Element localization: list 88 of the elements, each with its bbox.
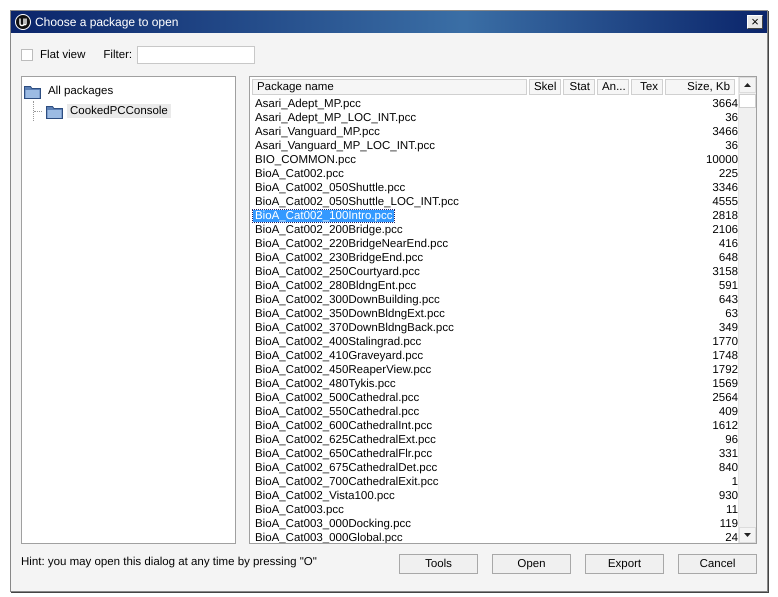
package-size: 331 — [718, 447, 738, 461]
package-name[interactable]: BioA_Cat003_000Docking.pcc — [253, 518, 413, 530]
package-name[interactable]: BioA_Cat002_220BridgeNearEnd.pcc — [253, 238, 450, 250]
package-name[interactable]: BioA_Cat002_280BldngEnt.pcc — [253, 280, 418, 292]
package-size: 119 — [718, 517, 738, 531]
package-size: 1 — [730, 475, 738, 489]
package-name[interactable]: Asari_Vanguard_MP_LOC_INT.pcc — [253, 140, 438, 152]
folder-icon — [24, 84, 41, 98]
package-name[interactable]: BioA_Cat002_700CathedralExit.pcc — [253, 476, 440, 488]
package-size: 1792 — [711, 363, 738, 377]
package-name[interactable]: BIO_COMMON.pcc — [253, 154, 358, 166]
package-name[interactable]: BioA_Cat002_480Tykis.pcc — [253, 378, 398, 390]
package-name[interactable]: BioA_Cat002_250Courtyard.pcc — [253, 266, 422, 278]
package-name[interactable]: BioA_Cat002_350DownBldngExt.pcc — [253, 308, 447, 320]
package-size: 3158 — [711, 265, 738, 279]
close-button[interactable]: × — [747, 15, 763, 29]
package-name[interactable]: BioA_Cat003.pcc — [253, 504, 346, 516]
scrollbar[interactable] — [738, 77, 756, 543]
folder-icon — [46, 104, 63, 118]
package-size: 1569 — [711, 377, 738, 391]
column-header[interactable]: Size, Kb — [665, 79, 735, 95]
package-name[interactable]: BioA_Cat002_230BridgeEnd.pcc — [253, 252, 426, 264]
package-size: 96 — [724, 433, 738, 447]
package-size: 36 — [724, 139, 738, 153]
package-name[interactable]: BioA_Cat002_500Cathedral.pcc — [253, 392, 422, 404]
package-name[interactable]: BioA_Cat002_Vista100.pcc — [253, 490, 397, 502]
package-name[interactable]: BioA_Cat002_675CathedralDet.pcc — [253, 462, 440, 474]
dialog-button[interactable]: Open — [492, 554, 571, 574]
package-size: 840 — [718, 461, 738, 475]
package-name[interactable]: BioA_Cat002_410Graveyard.pcc — [253, 350, 426, 362]
window-title: Choose a package to open — [35, 15, 180, 29]
package-name[interactable]: BioA_Cat002_450ReaperView.pcc — [253, 364, 434, 376]
package-size: 3346 — [711, 181, 738, 195]
scroll-down-icon[interactable] — [744, 533, 751, 537]
package-name[interactable]: Asari_Adept_MP_LOC_INT.pcc — [253, 112, 418, 124]
package-size: 1770 — [711, 335, 738, 349]
package-size: 409 — [718, 405, 738, 419]
package-size: 36 — [724, 111, 738, 125]
scroll-thumb[interactable] — [739, 94, 756, 108]
package-size: 643 — [718, 293, 738, 307]
dialog-button[interactable]: Cancel — [678, 554, 757, 574]
column-header[interactable]: Tex — [631, 79, 663, 95]
dialog-button[interactable]: Export — [585, 554, 664, 574]
package-size: 2564 — [711, 391, 738, 405]
package-name[interactable]: BioA_Cat002_400Stalingrad.pcc — [253, 336, 424, 348]
tree-item[interactable]: All packages — [45, 84, 116, 98]
package-size: 2818 — [711, 209, 738, 223]
package-name[interactable]: BioA_Cat002_200Bridge.pcc — [253, 224, 405, 236]
package-size: 24 — [724, 531, 738, 543]
package-size: 930 — [718, 489, 738, 503]
hint-text: Hint: you may open this dialog at any time by pressing "O" — [21, 556, 318, 568]
package-size: 4555 — [711, 195, 738, 209]
app-logo-icon — [15, 14, 31, 30]
filter-label: Filter: — [103, 49, 132, 61]
package-size: 1612 — [711, 419, 738, 433]
package-size: 63 — [724, 307, 738, 321]
checkbox[interactable] — [21, 49, 33, 61]
checkbox-label[interactable]: Flat view — [40, 49, 86, 61]
package-size: 3664 — [711, 97, 738, 111]
package-name[interactable]: BioA_Cat002_300DownBuilding.pcc — [253, 294, 442, 306]
package-name[interactable]: Asari_Adept_MP.pcc — [253, 98, 363, 110]
package-name[interactable]: BioA_Cat002_650CathedralFlr.pcc — [253, 448, 434, 460]
package-name[interactable]: BioA_Cat002_050Shuttle.pcc — [253, 182, 408, 194]
package-size: 10000 — [705, 153, 738, 167]
package-name[interactable]: BioA_Cat002_600CathedralInt.pcc — [253, 420, 434, 432]
package-size: 591 — [718, 279, 738, 293]
package-name[interactable]: BioA_Cat002.pcc — [253, 168, 346, 180]
package-name[interactable]: Asari_Vanguard_MP.pcc — [253, 126, 382, 138]
package-name[interactable]: BioA_Cat002_370DownBldngBack.pcc — [253, 322, 456, 334]
tree-item[interactable]: CookedPCConsole — [67, 104, 171, 118]
column-header[interactable]: Stat — [563, 79, 595, 95]
package-size: 349 — [718, 321, 738, 335]
package-name[interactable]: BioA_Cat002_625CathedralExt.pcc — [253, 434, 438, 446]
column-header[interactable]: Package name — [252, 79, 527, 95]
column-header[interactable]: An... — [597, 79, 629, 95]
package-size: 11 — [725, 503, 738, 517]
scroll-up-icon[interactable] — [744, 83, 751, 87]
package-size: 648 — [718, 251, 738, 265]
filter-field[interactable] — [137, 46, 256, 64]
package-size: 416 — [718, 237, 738, 251]
package-name[interactable]: BioA_Cat002_550Cathedral.pcc — [253, 406, 422, 418]
column-header[interactable]: Skel — [529, 79, 561, 95]
dialog-button[interactable]: Tools — [399, 554, 478, 574]
package-size: 3466 — [711, 125, 738, 139]
package-size: 225 — [718, 167, 738, 181]
package-size: 1748 — [711, 349, 738, 363]
package-name[interactable]: BioA_Cat002_050Shuttle_LOC_INT.pcc — [253, 196, 461, 208]
package-size: 2106 — [711, 223, 738, 237]
